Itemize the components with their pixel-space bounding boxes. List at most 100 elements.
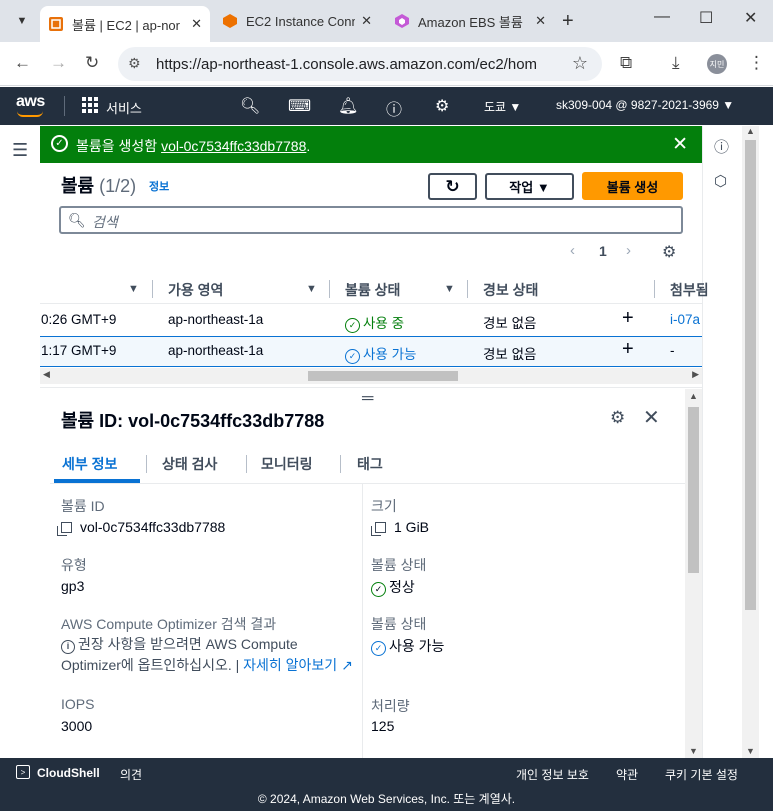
copy-icon[interactable]: [57, 522, 72, 536]
create-volume-button[interactable]: 볼륨 생성: [582, 172, 683, 200]
feedback-link[interactable]: 의견: [120, 766, 142, 783]
preferences-gear-icon[interactable]: ⚙: [662, 242, 676, 262]
info-link[interactable]: 정보: [149, 178, 169, 194]
url-omnibox[interactable]: ⚙ https://ap-northeast-1.console.aws.ama…: [118, 47, 602, 81]
banner-close-icon[interactable]: ✕: [672, 133, 688, 156]
tab-label: EC2 Instance Conn: [246, 13, 356, 29]
tab-close-icon[interactable]: ✕: [191, 16, 202, 32]
details-scrollbar[interactable]: ▲ ▼: [685, 389, 702, 758]
tab-close-icon[interactable]: ✕: [535, 13, 546, 29]
sort-icon[interactable]: ▼: [306, 283, 317, 295]
cloudshell-icon[interactable]: ⌨: [288, 96, 311, 116]
extensions-icon[interactable]: ⧉: [620, 53, 632, 73]
table-horizontal-scrollbar[interactable]: ◀ ▶: [40, 368, 702, 384]
add-alarm-icon[interactable]: +: [622, 338, 634, 361]
privacy-link[interactable]: 개인 정보 보호: [516, 766, 589, 783]
new-tab-icon[interactable]: +: [562, 10, 574, 33]
column-divider: [152, 280, 153, 298]
maximize-icon[interactable]: ☐: [699, 8, 713, 28]
scroll-thumb[interactable]: [745, 140, 756, 610]
scroll-thumb[interactable]: [308, 371, 458, 381]
table-row[interactable]: 0:26 GMT+9 ap-northeast-1a ✓ 사용 중 경보 없음 +…: [40, 305, 702, 336]
refresh-button[interactable]: ↻: [428, 173, 477, 200]
cookie-preferences-link[interactable]: 쿠키 기본 설정: [665, 766, 738, 783]
copy-icon[interactable]: [371, 522, 386, 536]
banner-volume-link[interactable]: vol-0c7534ffc33db7788: [161, 138, 306, 154]
panel-close-icon[interactable]: ✕: [643, 405, 660, 430]
tab-details[interactable]: 세부 정보: [62, 454, 117, 474]
cloudshell-link[interactable]: CloudShell: [37, 766, 100, 780]
help-icon[interactable]: ⓘ: [386, 96, 402, 120]
window-close-icon[interactable]: ✕: [744, 8, 757, 28]
browser-menu-icon[interactable]: ⋮: [748, 53, 765, 73]
table-row-selected[interactable]: 1:17 GMT+9 ap-northeast-1a ✓ 사용 가능 경보 없음 …: [40, 336, 702, 367]
back-icon[interactable]: ←: [14, 53, 31, 73]
sort-icon[interactable]: ▼: [128, 283, 139, 295]
terms-link[interactable]: 약관: [616, 766, 638, 783]
sort-icon[interactable]: ▼: [444, 283, 455, 295]
tab-tags[interactable]: 태그: [357, 454, 383, 474]
cloudshell-icon[interactable]: >: [16, 765, 30, 779]
scroll-down-icon[interactable]: ▼: [746, 746, 755, 756]
tab-close-icon[interactable]: ✕: [361, 13, 372, 29]
browser-tab-volumes[interactable]: 볼륨 | EC2 | ap-nor ✕: [40, 6, 210, 42]
actions-button[interactable]: 작업 ▼: [485, 173, 574, 200]
tab-search-icon[interactable]: ▼: [8, 7, 36, 35]
volume-id-value[interactable]: vol-0c7534ffc33db7788: [57, 519, 225, 536]
notifications-bell-icon[interactable]: 🔔︎: [338, 96, 358, 116]
url-text[interactable]: https://ap-northeast-1.console.aws.amazo…: [156, 56, 536, 73]
col-volume-state[interactable]: 볼륨 상태: [345, 280, 400, 300]
forward-icon[interactable]: →: [50, 53, 67, 73]
site-info-icon[interactable]: ⚙: [128, 55, 141, 72]
prev-page-icon[interactable]: ‹: [570, 242, 575, 259]
volumes-count: (1/2): [99, 176, 137, 196]
console-footer: > CloudShell 의견 개인 정보 보호 약관 쿠키 기본 설정 © 2…: [0, 758, 773, 811]
browser-tab-instance-connect[interactable]: EC2 Instance Conn ✕: [214, 6, 380, 36]
resize-handle-icon[interactable]: ═: [362, 390, 373, 408]
search-input[interactable]: 🔍︎ 검색: [59, 206, 683, 234]
col-attached[interactable]: 첨부됨: [670, 280, 709, 300]
cell-state: ✓ 사용 중: [345, 312, 404, 333]
page-scrollbar[interactable]: ▲ ▼: [742, 126, 759, 758]
success-check-icon: ✓: [371, 582, 386, 597]
panel-settings-icon[interactable]: ⚙: [610, 408, 625, 428]
cell-attached: -: [670, 343, 675, 358]
search-icon[interactable]: 🔍︎: [240, 96, 260, 116]
learn-more-link[interactable]: 자세히 알아보기 ↗: [243, 657, 353, 673]
account-menu[interactable]: sk309-004 @ 9827-2021-3969 ▼: [556, 98, 734, 112]
tab-monitoring[interactable]: 모니터링: [261, 454, 313, 474]
col-alarm-status[interactable]: 경보 상태: [483, 280, 538, 300]
size-label: 크기: [371, 498, 397, 514]
cell-attached-link[interactable]: i-07a: [670, 312, 700, 327]
next-page-icon[interactable]: ›: [626, 242, 631, 259]
profile-avatar[interactable]: 지민: [707, 54, 727, 74]
scroll-right-icon[interactable]: ▶: [692, 369, 699, 380]
scroll-down-icon[interactable]: ▼: [689, 746, 698, 756]
region-selector[interactable]: 도쿄 ▼: [484, 98, 521, 115]
tab-status-checks[interactable]: 상태 검사: [162, 454, 217, 474]
type-value: gp3: [61, 578, 85, 594]
banner-message: 볼륨을 생성함 vol-0c7534ffc33db7788.: [76, 138, 311, 154]
settings-gear-icon[interactable]: ⚙: [435, 96, 449, 116]
browser-tab-bar: ▼ 볼륨 | EC2 | ap-nor ✕ EC2 Instance Conn …: [0, 0, 773, 42]
scroll-left-icon[interactable]: ◀: [43, 369, 50, 380]
reload-icon[interactable]: ↻: [85, 53, 99, 73]
bookmark-star-icon[interactable]: ☆: [572, 53, 588, 74]
minimize-icon[interactable]: —: [654, 8, 670, 26]
col-availability-zone[interactable]: 가용 영역: [168, 280, 223, 300]
scroll-thumb[interactable]: [688, 407, 699, 573]
scroll-up-icon[interactable]: ▲: [689, 391, 698, 401]
services-menu[interactable]: 서비스: [106, 98, 142, 117]
info-panel-icon[interactable]: ⓘ: [714, 136, 729, 157]
type-label: 유형: [61, 557, 87, 573]
add-alarm-icon[interactable]: +: [622, 307, 634, 330]
page-number[interactable]: 1: [599, 243, 607, 259]
browser-tab-ebs-docs[interactable]: Amazon EBS 볼륨 ✕: [386, 6, 554, 36]
feedback-panel-icon[interactable]: ⬡: [714, 172, 727, 190]
hamburger-menu-icon[interactable]: ☰: [12, 140, 28, 161]
aws-logo[interactable]: aws: [16, 93, 45, 117]
state-value: ✓ 사용 가능: [371, 636, 444, 656]
services-grid-icon[interactable]: [82, 97, 98, 113]
scroll-up-icon[interactable]: ▲: [746, 126, 755, 136]
download-icon[interactable]: ⤓: [672, 53, 680, 73]
